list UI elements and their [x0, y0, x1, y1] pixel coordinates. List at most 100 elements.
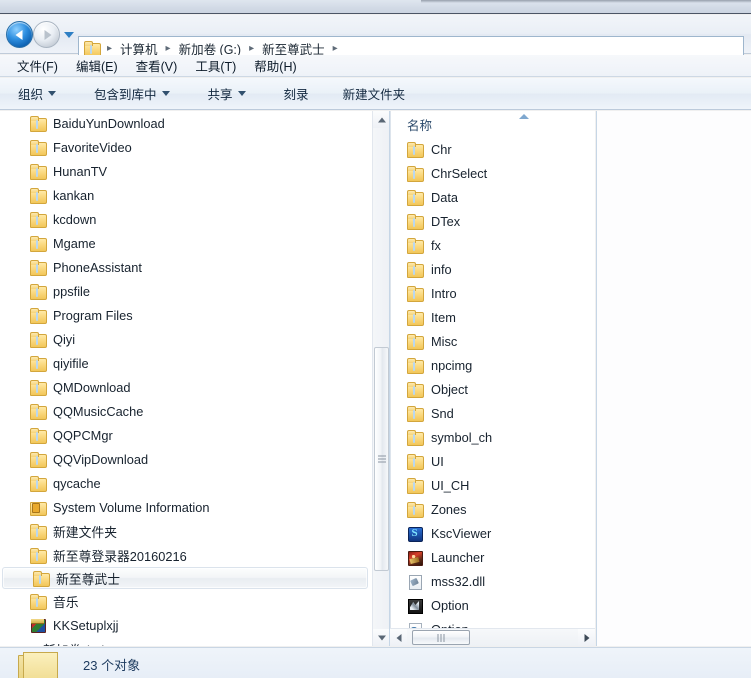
tree-item[interactable]: FavoriteVideo: [0, 135, 372, 159]
tree-item[interactable]: qiyifile: [0, 351, 372, 375]
tree-item-label: KKSetuplxjj: [53, 617, 119, 633]
tree-item[interactable]: qycache: [0, 471, 372, 495]
burn-button[interactable]: 刻录: [276, 80, 317, 107]
setup-installer-icon: [30, 618, 46, 633]
tree-item[interactable]: PhoneAssistant: [0, 255, 372, 279]
menu-item-help[interactable]: 帮助(H): [245, 54, 305, 77]
tree-item-label: kcdown: [53, 211, 97, 227]
navigation-pane-scrollbar[interactable]: [372, 111, 390, 646]
scroll-left-button[interactable]: [390, 629, 407, 646]
file-list-item[interactable]: Misc: [391, 329, 595, 353]
forward-arrow-icon: [44, 29, 51, 40]
file-list-item[interactable]: npcimg: [391, 353, 595, 377]
folder-icon: [407, 262, 424, 278]
file-list-item-label: Object: [431, 381, 468, 397]
file-list-item[interactable]: Snd: [391, 401, 595, 425]
file-pane-hscrollbar[interactable]: [390, 628, 595, 646]
tree-item-label: FavoriteVideo: [53, 139, 132, 155]
menu-item-tools[interactable]: 工具(T): [186, 54, 245, 77]
organize-button[interactable]: 组织: [10, 80, 64, 107]
tree-item[interactable]: KKSetuplxjj: [0, 613, 372, 637]
chevron-down-icon: [237, 91, 246, 96]
tree-item[interactable]: QQMusicCache: [0, 399, 372, 423]
tree-item-label: Qiyi: [53, 331, 76, 347]
tree-item[interactable]: 新至尊登录器20160216: [0, 543, 372, 567]
tree-item[interactable]: BaiduYunDownload: [0, 111, 372, 135]
forward-button[interactable]: [33, 21, 60, 48]
tree-item[interactable]: QMDownload: [0, 375, 372, 399]
tree-item[interactable]: HunanTV: [0, 159, 372, 183]
tree-item[interactable]: Program Files: [0, 303, 372, 327]
file-list-item[interactable]: fx: [391, 233, 595, 257]
organize-label: 组织: [18, 88, 44, 102]
file-list-item[interactable]: info: [391, 257, 595, 281]
share-with-button[interactable]: 共享: [200, 80, 254, 107]
tree-item-label: 新加卷 (H:): [43, 640, 106, 647]
file-list-item[interactable]: Chr: [391, 137, 595, 161]
tree-item[interactable]: ppsfile: [0, 279, 372, 303]
file-list-item[interactable]: Item: [391, 305, 595, 329]
scroll-up-button[interactable]: [373, 111, 390, 128]
column-header-name[interactable]: 名称: [391, 111, 595, 137]
folder-icon: [30, 140, 47, 156]
folder-icon: [30, 116, 47, 132]
file-list-pane[interactable]: 名称 Chr ChrSelect Data DTex fx info Intro Item Mi…: [390, 111, 595, 646]
file-list-item[interactable]: Option: [391, 593, 595, 617]
tree-item-label: qycache: [53, 475, 101, 491]
tree-item-label: System Volume Information: [53, 499, 210, 515]
menu-item-view[interactable]: 查看(V): [127, 54, 187, 77]
menu-item-edit[interactable]: 编辑(E): [67, 54, 127, 77]
scroll-right-button[interactable]: [578, 629, 595, 646]
file-list-item[interactable]: symbol_ch: [391, 425, 595, 449]
file-list-item[interactable]: Data: [391, 185, 595, 209]
file-list-item[interactable]: KscViewer: [391, 521, 595, 545]
folder-icon: [30, 548, 47, 564]
command-toolbar: 组织 包含到库中 共享 刻录 新建文件夹: [0, 78, 751, 110]
file-list-item[interactable]: DTex: [391, 209, 595, 233]
tree-item[interactable]: 音乐: [0, 589, 372, 613]
folder-icon: [407, 406, 424, 422]
tree-item-selected[interactable]: 新至尊武士: [2, 567, 368, 589]
file-list-item-label: UI: [431, 453, 444, 469]
file-list-item[interactable]: Launcher: [391, 545, 595, 569]
breadcrumb-separator-icon: ▸: [332, 42, 338, 54]
file-list-item-label: UI_CH: [431, 477, 470, 493]
tree-item[interactable]: QQVipDownload: [0, 447, 372, 471]
back-button[interactable]: [6, 21, 33, 48]
tree-item[interactable]: kcdown: [0, 207, 372, 231]
file-list-item[interactable]: Intro: [391, 281, 595, 305]
tree-item[interactable]: 新建文件夹: [0, 519, 372, 543]
file-list-item-label: Launcher: [431, 549, 485, 565]
new-folder-button[interactable]: 新建文件夹: [335, 80, 414, 107]
include-in-library-button[interactable]: 包含到库中: [86, 80, 178, 107]
file-list-item[interactable]: ChrSelect: [391, 161, 595, 185]
file-list-item[interactable]: mss32.dll: [391, 569, 595, 593]
folder-icon: [30, 404, 47, 420]
folder-icon: [33, 571, 50, 587]
tree-item[interactable]: kankan: [0, 183, 372, 207]
folder-icon: [30, 380, 47, 396]
tree-item[interactable]: Mgame: [0, 231, 372, 255]
tree-item[interactable]: System Volume Information: [0, 495, 372, 519]
scrollbar-thumb[interactable]: [374, 347, 389, 571]
chevron-left-icon: [396, 633, 401, 642]
tree-item[interactable]: 新加卷 (H:): [0, 637, 372, 647]
scroll-down-button[interactable]: [373, 629, 390, 646]
tree-item[interactable]: Qiyi: [0, 327, 372, 351]
file-list-item[interactable]: Object: [391, 377, 595, 401]
history-dropdown-icon[interactable]: [64, 32, 74, 38]
dll-file-icon: [407, 574, 423, 590]
file-list-item[interactable]: Zones: [391, 497, 595, 521]
address-bar-region: ▸ 计算机 ▸ 新加卷 (G:) ▸ 新至尊武士 ▸: [0, 15, 751, 60]
menu-item-file[interactable]: 文件(F): [8, 54, 67, 77]
file-list-item[interactable]: UI_CH: [391, 473, 595, 497]
dark-app-icon: [407, 598, 423, 614]
hscrollbar-thumb[interactable]: [412, 630, 470, 645]
navigation-pane[interactable]: BaiduYunDownload FavoriteVideo HunanTV kank…: [0, 111, 372, 646]
menu-bar: 文件(F) 编辑(E) 查看(V) 工具(T) 帮助(H): [0, 55, 751, 77]
folder-icon: [407, 142, 424, 158]
folder-icon: [30, 260, 47, 276]
tree-item[interactable]: QQPCMgr: [0, 423, 372, 447]
file-list-item[interactable]: UI: [391, 449, 595, 473]
folder-icon: [84, 41, 101, 57]
